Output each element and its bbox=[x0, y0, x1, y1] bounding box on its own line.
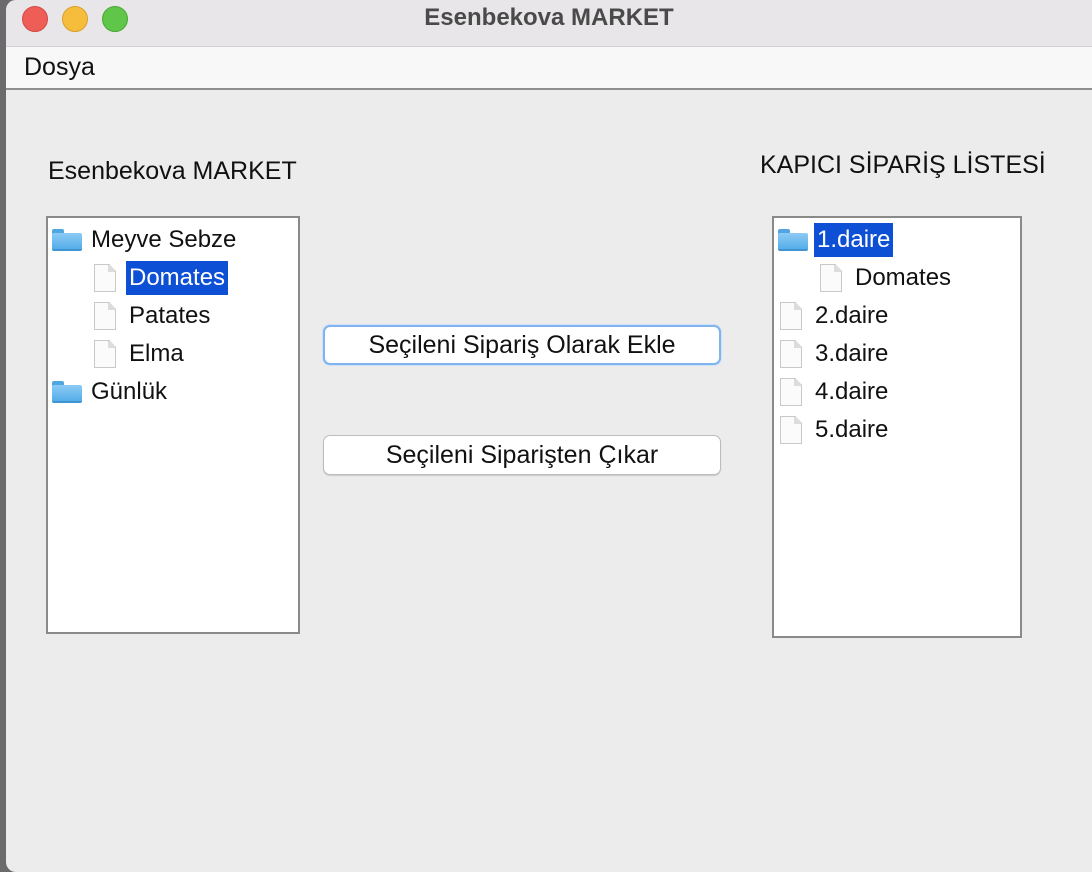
tree-node-label: Elma bbox=[129, 340, 184, 367]
app-window: Esenbekova MARKET Dosya Esenbekova MARKE… bbox=[6, 0, 1092, 872]
file-icon bbox=[780, 416, 802, 444]
tree-node-label: Domates bbox=[855, 264, 952, 291]
tree-node-gunluk[interactable]: Günlük bbox=[52, 374, 170, 410]
menu-dosya[interactable]: Dosya bbox=[24, 53, 95, 82]
right-panel-heading: KAPICI SİPARİŞ LİSTESİ bbox=[760, 151, 1046, 179]
tree-node-label-selected: Domates bbox=[126, 261, 229, 295]
tree-node-elma[interactable]: Elma bbox=[94, 336, 187, 372]
left-panel-heading: Esenbekova MARKET bbox=[48, 157, 297, 185]
file-icon bbox=[94, 264, 116, 292]
file-icon bbox=[94, 302, 116, 330]
tree-node-meyve-sebze[interactable]: Meyve Sebze bbox=[52, 222, 239, 258]
tree-node-5-daire[interactable]: 5.daire bbox=[780, 412, 891, 448]
file-icon bbox=[780, 302, 802, 330]
market-tree[interactable]: Meyve Sebze Domates Patates Elma Günlük bbox=[46, 216, 300, 634]
file-icon bbox=[820, 264, 842, 292]
menu-bar: Dosya bbox=[6, 47, 1092, 90]
tree-node-label-selected: 1.daire bbox=[814, 223, 894, 257]
file-icon bbox=[94, 340, 116, 368]
tree-node-2-daire[interactable]: 2.daire bbox=[780, 298, 891, 334]
tree-node-label: 2.daire bbox=[815, 302, 889, 329]
tree-node-label: 5.daire bbox=[815, 416, 889, 443]
remove-from-order-button[interactable]: Seçileni Siparişten Çıkar bbox=[323, 435, 721, 475]
tree-node-4-daire[interactable]: 4.daire bbox=[780, 374, 891, 410]
tree-node-1-daire[interactable]: 1.daire bbox=[778, 222, 894, 258]
folder-icon bbox=[52, 381, 82, 403]
tree-node-domates[interactable]: Domates bbox=[820, 260, 954, 296]
tree-node-label: Patates bbox=[129, 302, 211, 329]
tree-node-3-daire[interactable]: 3.daire bbox=[780, 336, 891, 372]
tree-node-label: Meyve Sebze bbox=[91, 226, 237, 253]
tree-node-patates[interactable]: Patates bbox=[94, 298, 213, 334]
file-icon bbox=[780, 340, 802, 368]
window-title: Esenbekova MARKET bbox=[424, 4, 674, 31]
file-icon bbox=[780, 378, 802, 406]
folder-icon bbox=[778, 229, 808, 251]
title-bar: Esenbekova MARKET bbox=[6, 0, 1092, 47]
tree-node-label: Günlük bbox=[91, 378, 168, 405]
folder-icon bbox=[52, 229, 82, 251]
add-to-order-button[interactable]: Seçileni Sipariş Olarak Ekle bbox=[323, 325, 721, 365]
tree-node-label: 3.daire bbox=[815, 340, 889, 367]
order-list-tree[interactable]: 1.daire Domates 2.daire 3.daire 4.daire … bbox=[772, 216, 1022, 638]
tree-node-label: 4.daire bbox=[815, 378, 889, 405]
tree-node-domates[interactable]: Domates bbox=[94, 260, 229, 296]
